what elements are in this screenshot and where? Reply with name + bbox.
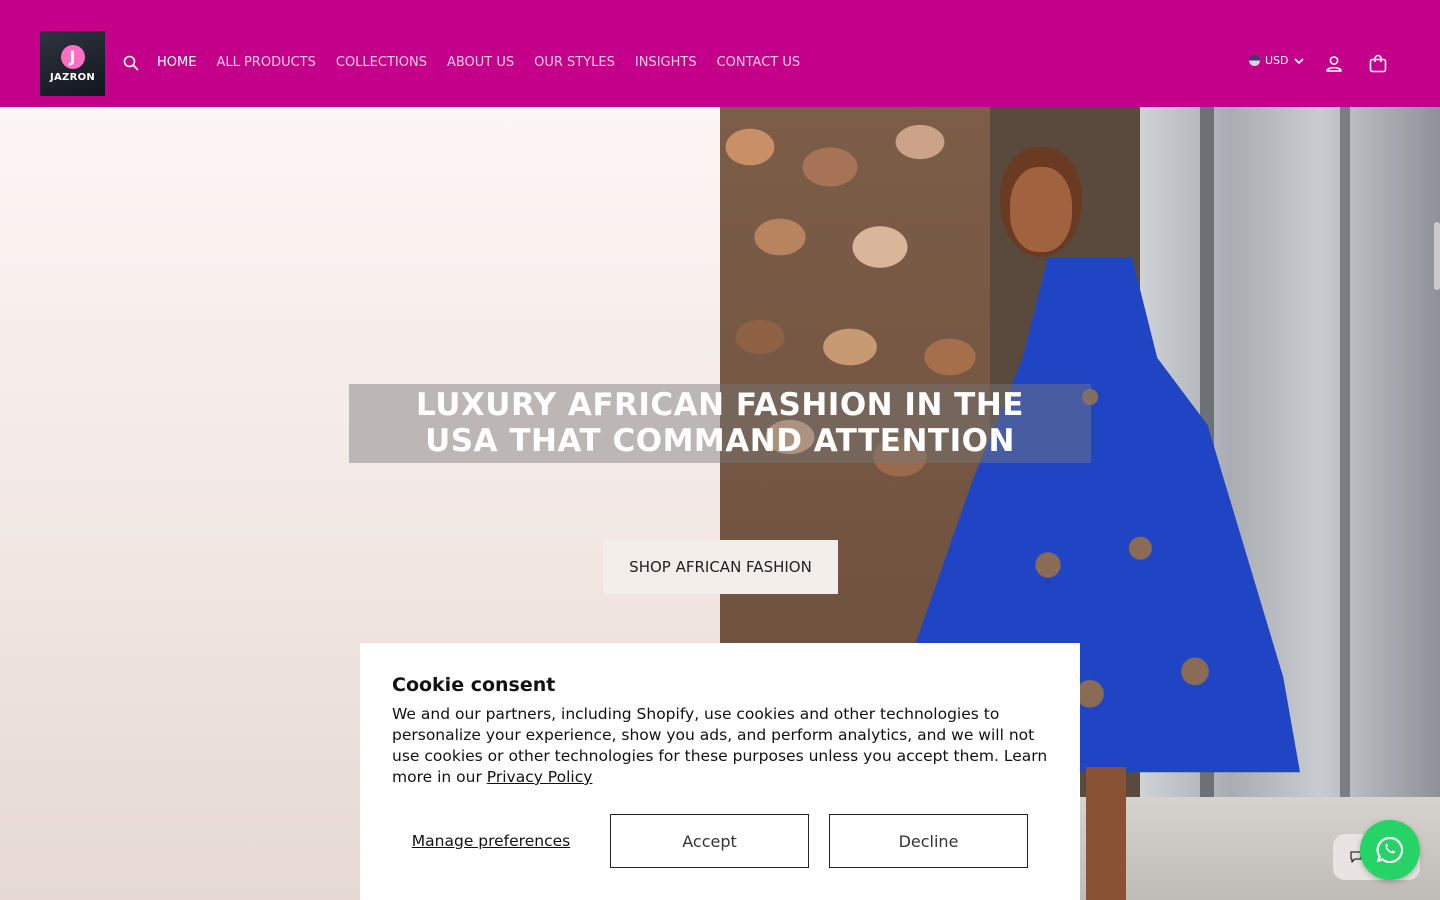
manage-preferences-button[interactable]: Manage preferences xyxy=(392,814,590,868)
nav-about-us[interactable]: ABOUT US xyxy=(447,53,514,73)
nav-collections[interactable]: COLLECTIONS xyxy=(336,53,427,73)
whatsapp-button[interactable] xyxy=(1360,820,1420,880)
brand-logo[interactable]: J JAZRON xyxy=(40,31,105,96)
cookie-body: We and our partners, including Shopify, … xyxy=(392,704,1048,788)
hero-title: LUXURY AFRICAN FASHION IN THE USA THAT C… xyxy=(349,387,1091,459)
currency-label: USD xyxy=(1265,54,1289,67)
chevron-down-icon xyxy=(1293,57,1304,64)
nav-insights[interactable]: INSIGHTS xyxy=(635,53,697,73)
account-button[interactable] xyxy=(1322,52,1346,76)
logo-text: JAZRON xyxy=(49,71,96,83)
nav-contact-us[interactable]: CONTACT US xyxy=(717,53,801,73)
nav-our-styles[interactable]: OUR STYLES xyxy=(534,53,615,73)
decline-button[interactable]: Decline xyxy=(829,814,1028,868)
accept-button[interactable]: Accept xyxy=(610,814,809,868)
cart-icon xyxy=(1369,54,1387,73)
door-frame xyxy=(1340,107,1350,900)
logo-mark: J xyxy=(60,44,85,69)
hero-title-line-1: LUXURY AFRICAN FASHION IN THE xyxy=(416,387,1024,423)
site-header: J JAZRON HOME ALL PRODUCTS COLLECTIONS A… xyxy=(0,0,1440,107)
nav-all-products[interactable]: ALL PRODUCTS xyxy=(216,53,315,73)
shop-african-fashion-button[interactable]: SHOP AFRICAN FASHION xyxy=(603,540,838,594)
account-icon xyxy=(1326,56,1342,72)
main-nav: HOME ALL PRODUCTS COLLECTIONS ABOUT US O… xyxy=(157,53,800,73)
cookie-title: Cookie consent xyxy=(392,674,556,696)
search-icon xyxy=(123,55,139,71)
us-flag-icon xyxy=(1249,55,1260,66)
hero-title-line-2: USA THAT COMMAND ATTENTION xyxy=(425,423,1015,459)
search-button[interactable] xyxy=(121,53,141,73)
cookie-consent-banner: Cookie consent We and our partners, incl… xyxy=(360,643,1080,900)
scrollbar-thumb[interactable] xyxy=(1434,222,1440,290)
cart-button[interactable] xyxy=(1366,52,1390,76)
privacy-policy-link[interactable]: Privacy Policy xyxy=(487,768,593,786)
whatsapp-icon xyxy=(1376,836,1404,864)
model-face xyxy=(1010,167,1072,252)
nav-home[interactable]: HOME xyxy=(157,53,196,73)
currency-selector[interactable]: USD xyxy=(1249,54,1304,67)
